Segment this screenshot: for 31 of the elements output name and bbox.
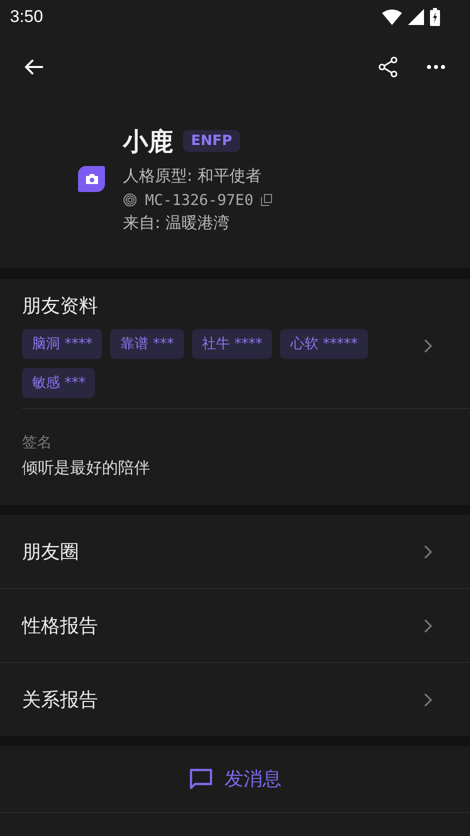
mbti-badge: ENFP	[183, 130, 240, 152]
more-icon	[427, 65, 445, 69]
menu-item[interactable]: 性格报告	[0, 588, 470, 662]
trait-tag: 心软 *****	[280, 329, 368, 359]
section-title: 朋友资料	[22, 294, 99, 319]
profile-name: 小鹿	[123, 126, 173, 158]
user-code: MC-1326-97E0	[145, 190, 254, 208]
wifi-icon	[382, 9, 402, 25]
chevron-icon	[424, 692, 432, 706]
archetype-text: 人格原型: 和平使者	[123, 166, 262, 186]
signal-icon	[408, 9, 424, 25]
chevron-icon[interactable]	[424, 339, 432, 353]
trait-tag: 靠谱 ***	[110, 329, 184, 359]
share-icon	[376, 55, 400, 79]
menu-item[interactable]: 关系报告	[0, 662, 470, 736]
trait-tag: 脑洞 ****	[22, 329, 102, 359]
status-time: 3:50	[10, 7, 44, 27]
chevron-icon	[424, 618, 432, 632]
trait-tag: 敏感 ***	[22, 368, 96, 398]
camera-button[interactable]	[78, 166, 105, 192]
menu-item[interactable]: 朋友圈	[0, 515, 470, 588]
signature-label: 签名	[22, 433, 53, 452]
send-message-button[interactable]: 发消息	[180, 762, 290, 796]
origin-text: 来自: 温暖港湾	[123, 212, 230, 234]
signature-text: 倾听是最好的陪伴	[22, 458, 151, 479]
camera-icon	[84, 173, 98, 185]
trait-tag: 社牛 ****	[192, 329, 272, 359]
copy-icon[interactable]	[261, 194, 272, 206]
battery-icon	[430, 8, 440, 26]
chevron-icon	[424, 544, 432, 558]
message-icon	[188, 768, 212, 790]
